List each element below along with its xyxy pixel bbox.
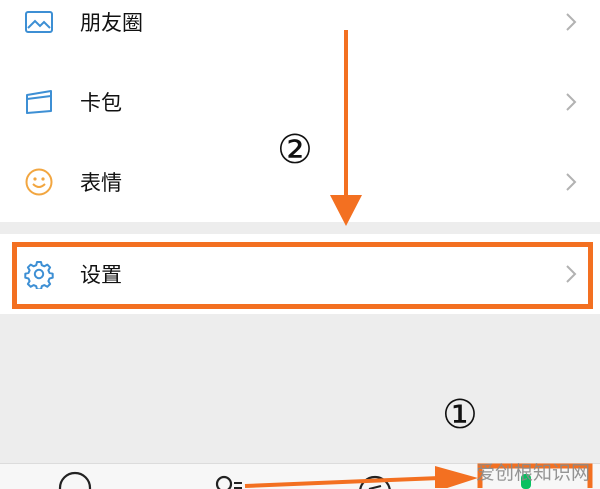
step-one-marker: ① [442,392,478,438]
menu-label-stickers: 表情 [80,171,122,195]
empty-background [0,314,600,463]
chevron-right-icon [564,171,578,193]
card-wallet-icon [24,87,54,117]
menu-label-moments: 朋友圈 [80,11,143,35]
tab-discover[interactable] [345,464,405,489]
chevron-right-icon [564,11,578,33]
tab-chats[interactable] [45,464,105,489]
smiley-icon [24,167,54,197]
chat-icon [45,471,105,489]
menu-row-moments[interactable]: 朋友圈 [0,0,600,62]
watermark-text: 爱创根知识网 [475,462,590,484]
moments-icon [24,7,54,37]
contacts-icon [198,474,258,489]
step-two-marker: ② [277,127,313,173]
settings-highlight-box [12,242,593,309]
chevron-right-icon [564,91,578,113]
menu-label-cards: 卡包 [80,91,122,115]
section-gap [0,222,600,234]
discover-icon [345,474,405,489]
tab-contacts[interactable] [198,464,258,489]
